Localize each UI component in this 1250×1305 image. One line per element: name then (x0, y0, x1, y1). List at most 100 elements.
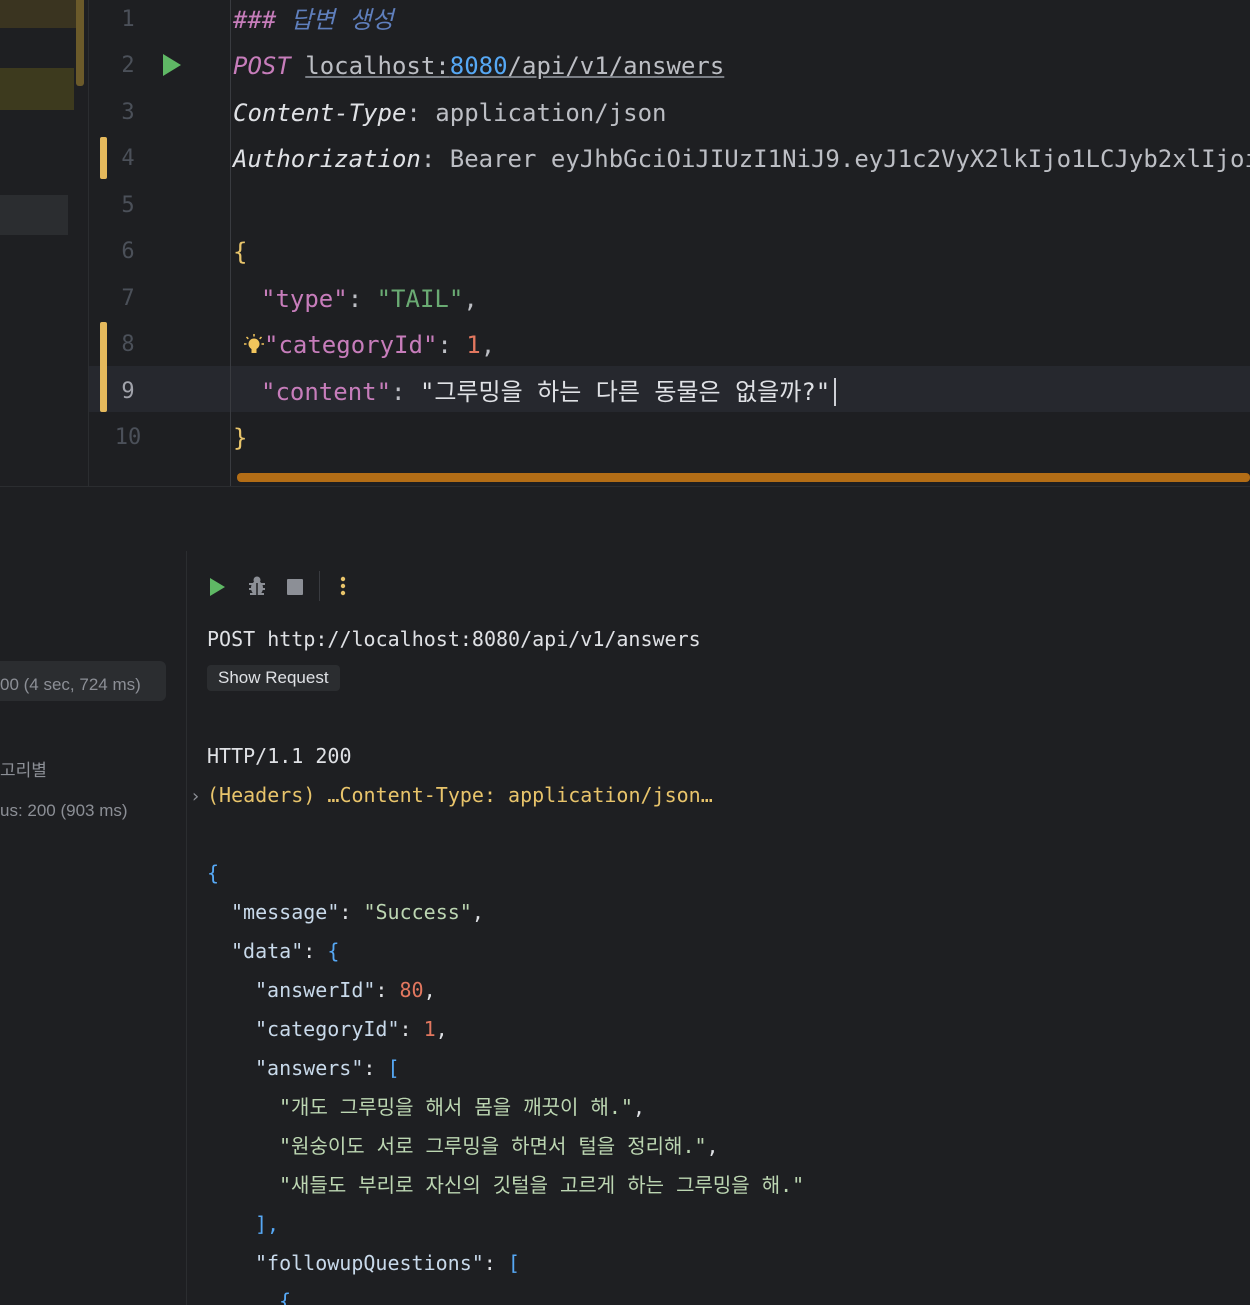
code-line-1[interactable]: ### 답변 생성 (233, 7, 394, 33)
request-line: POST http://localhost:8080/api/v1/answer… (207, 627, 701, 651)
json-number: 80 (399, 978, 424, 1002)
json-bracket: [ (387, 1056, 400, 1080)
code-line-9[interactable]: "content": "그루밍을 하는 다른 동물은 없을까?" (261, 379, 830, 405)
code-line-10[interactable]: } (233, 425, 247, 451)
url-path[interactable]: /api/v1/answers (508, 52, 725, 80)
response-pane[interactable]: POST http://localhost:8080/api/v1/answer… (187, 551, 1250, 1305)
json-line-answers: "answers": [ (255, 1056, 400, 1080)
json-string: "TAIL" (376, 285, 464, 313)
result-group-item[interactable]: 고리별 (0, 756, 47, 781)
json-brace: } (233, 424, 248, 452)
header-separator: : (406, 99, 436, 127)
url-port[interactable]: 8080 (450, 52, 508, 80)
json-line-followup: "followupQuestions": [ (255, 1251, 520, 1275)
json-key: "message" (231, 900, 340, 924)
json-bracket: [ (507, 1251, 520, 1275)
header-key: Authorization (233, 145, 421, 173)
json-string: "개도 그루밍을 해서 몸을 깨끗이 해." (279, 1095, 633, 1119)
pane-splitter[interactable] (0, 486, 1250, 552)
status-line: HTTP/1.1 200 (207, 744, 352, 768)
json-key: "answerId" (255, 978, 376, 1002)
code-line-6[interactable]: { (233, 239, 247, 265)
services-tree[interactable]: 00 (4 sec, 724 ms) 고리별 us: 200 (903 ms) (0, 551, 187, 1305)
play-icon[interactable] (210, 578, 225, 596)
strip-scrollbar[interactable] (76, 0, 84, 86)
header-value: application/json (435, 99, 667, 127)
json-string: "원숭이도 서로 그루밍을 하면서 털을 정리해." (279, 1134, 707, 1158)
result-status-item[interactable]: us: 200 (903 ms) (0, 801, 128, 821)
json-key: "data" (231, 939, 304, 963)
json-key: "answers" (255, 1056, 364, 1080)
vertical-dots-icon[interactable] (340, 575, 346, 597)
headers-prefix: (Headers) (207, 783, 328, 807)
line-number: 1 (121, 7, 135, 32)
line-number: 3 (121, 100, 135, 125)
line-number: 8 (121, 332, 135, 357)
json-colon: : (391, 378, 420, 406)
line-number: 6 (121, 239, 135, 264)
stop-icon[interactable] (287, 579, 303, 595)
json-open-brace: { (207, 861, 220, 885)
code-line-4[interactable]: Authorization: Bearer eyJhbGciOiJIUzI1Ni… (233, 146, 1250, 172)
line-number: 2 (121, 53, 135, 78)
json-line-categoryid: "categoryId": 1, (255, 1017, 448, 1041)
line-number: 4 (121, 146, 135, 171)
code-line-2[interactable]: POST localhost:8080/api/v1/answers (233, 53, 724, 79)
headers-fold[interactable]: (Headers) …Content-Type: application/jso… (207, 783, 713, 807)
line-number: 7 (121, 286, 135, 311)
line-number: 10 (114, 425, 142, 450)
show-request-button[interactable]: Show Request (207, 665, 340, 691)
gutter-divider (230, 0, 231, 486)
header-key: Content-Type (233, 99, 407, 127)
json-comma: , (463, 285, 478, 313)
code-line-8[interactable]: "categoryId": 1, (264, 332, 495, 358)
bug-icon[interactable] (247, 575, 267, 597)
result-time-item[interactable]: 00 (4 sec, 724 ms) (0, 675, 141, 695)
json-bracket-close: ], (255, 1212, 280, 1236)
header-separator: : (420, 145, 450, 173)
strip-highlight (0, 0, 76, 28)
line-number-active: 9 (121, 379, 135, 404)
json-string: "새들도 부리로 자신의 깃털을 고르게 하는 그루밍을 해." (279, 1173, 805, 1197)
json-colon: : (347, 285, 377, 313)
vcs-change-marker[interactable] (100, 137, 107, 179)
json-line-message: "message": "Success", (231, 900, 484, 924)
json-line-answer: "원숭이도 서로 그루밍을 하면서 털을 정리해.", (279, 1134, 719, 1158)
comment-hash: ### (233, 6, 277, 34)
json-key: "content" (261, 378, 392, 406)
json-brace: { (327, 939, 340, 963)
json-string: "Success" (363, 900, 472, 924)
json-open-brace: { (279, 1289, 292, 1305)
json-key: "categoryId" (264, 331, 438, 359)
strip-highlight (0, 68, 74, 110)
json-brace: { (233, 238, 248, 266)
code-line-7[interactable]: "type": "TAIL", (261, 286, 478, 312)
json-key: "categoryId" (255, 1017, 400, 1041)
json-key: "type" (261, 285, 348, 313)
header-value: Bearer eyJhbGciOiJIUzI1NiJ9.eyJ1c2VyX2lk… (449, 145, 1250, 173)
http-method: POST (233, 52, 291, 80)
chevron-right-icon[interactable]: › (190, 786, 201, 807)
json-line-answer: "새들도 부리로 자신의 깃털을 고르게 하는 그루밍을 해." (279, 1173, 804, 1197)
json-number: 1 (466, 331, 481, 359)
strip-selection (0, 195, 68, 235)
horizontal-scrollbar[interactable] (237, 473, 1250, 482)
json-number: 1 (423, 1017, 436, 1041)
code-line-3[interactable]: Content-Type: application/json (233, 100, 666, 126)
json-key: "followupQuestions" (255, 1251, 484, 1275)
json-comma: , (480, 331, 496, 359)
run-request-gutter-icon[interactable] (163, 54, 181, 76)
headers-summary: …Content-Type: application/json… (327, 783, 713, 807)
vcs-change-marker[interactable] (100, 322, 107, 412)
json-colon: : (437, 331, 467, 359)
line-number: 5 (121, 193, 135, 218)
json-line-data: "data": { (231, 939, 340, 963)
toolbar-separator (319, 571, 320, 601)
json-string: "그루밍을 하는 다른 동물은 없을까?" (419, 378, 831, 406)
comment-title: 답변 생성 (276, 6, 394, 34)
project-strip (0, 0, 89, 486)
url-host[interactable]: localhost: (305, 52, 450, 80)
lightbulb-icon[interactable] (243, 334, 265, 356)
json-line-answer: "개도 그루밍을 해서 몸을 깨끗이 해.", (279, 1095, 645, 1119)
editor-pane[interactable]: 1 2 3 4 5 6 7 8 9 10 ### 답변 생성 POST loca… (0, 0, 1250, 486)
